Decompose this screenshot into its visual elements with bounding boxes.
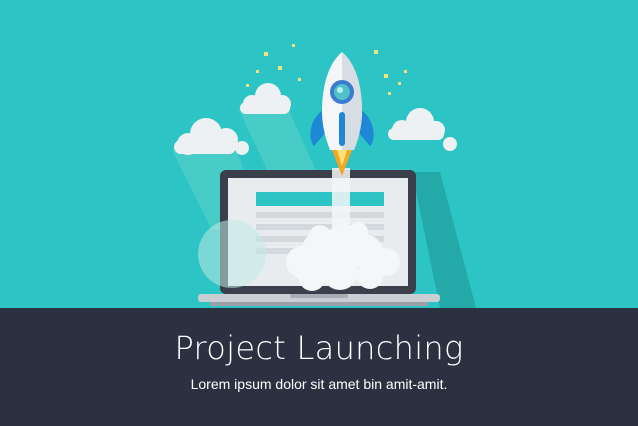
cloud-puff [235,141,249,155]
launch-hero: Project Launching Lorem ipsum dolor sit … [0,0,638,426]
title-banner: Project Launching Lorem ipsum dolor sit … [0,308,638,426]
page-subtitle: Lorem ipsum dolor sit amet bin amit-amit… [190,376,448,392]
cloud-puff-2 [443,137,457,151]
launch-illustration [172,44,476,308]
cloud-shadow-2 [238,108,320,180]
page-title: Project Launching [174,329,464,367]
laptop-shadow [412,172,476,308]
cloud-icon-3 [388,108,445,140]
smoke-glow [198,220,266,288]
cloud-icon-2 [240,83,291,114]
rocket-icon [310,52,374,176]
cloud-icon [174,118,238,155]
